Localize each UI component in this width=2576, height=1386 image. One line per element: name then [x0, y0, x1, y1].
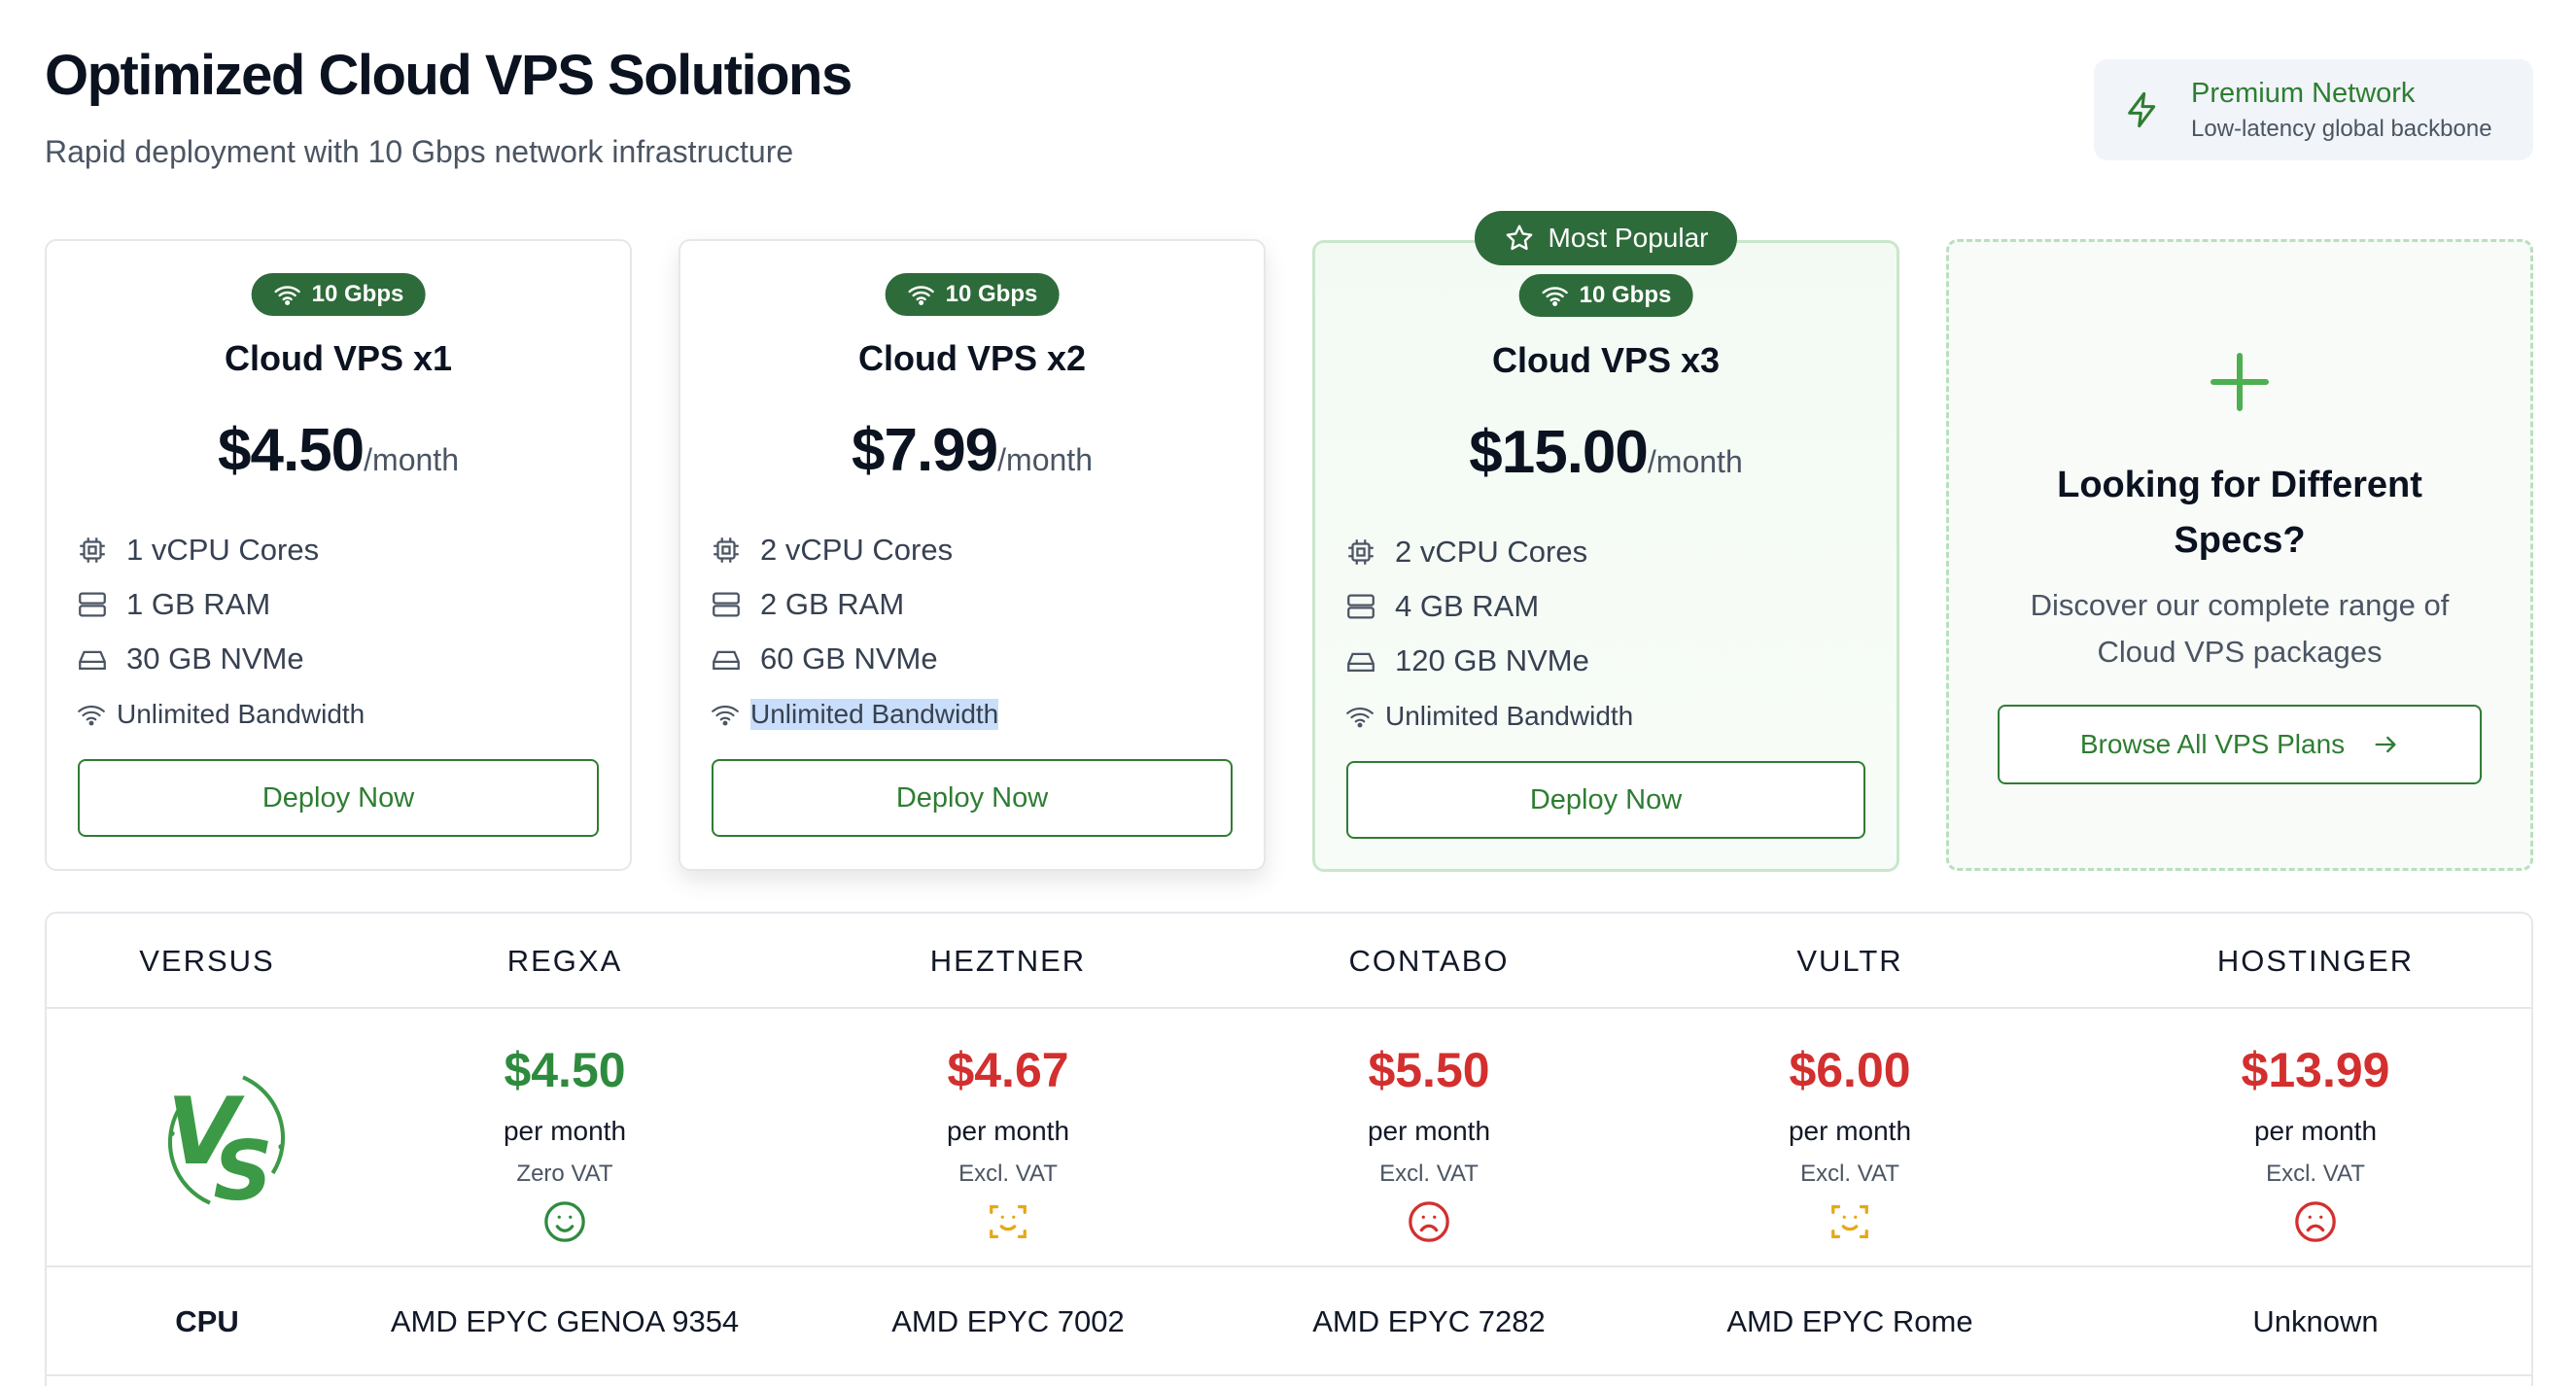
custom-title: Looking for Different Specs? [2057, 465, 2422, 561]
price-cell-contabo: $5.50 per month Excl. VAT [1254, 1009, 1604, 1267]
wifi-icon [1542, 287, 1568, 307]
svg-text:S: S [213, 1124, 272, 1220]
plan-specs: 2 vCPU Cores 2 GB RAM 60 GB NVMe Unlimit… [710, 523, 999, 743]
spec-bandwidth: Unlimited Bandwidth [1344, 688, 1633, 745]
header-heztner: HEZTNER [929, 944, 1087, 978]
spec-ram: 1 GB RAM [76, 577, 365, 632]
selected-text: Unlimited Bandwidth [750, 699, 999, 730]
header-versus: VERSUS [139, 944, 275, 978]
wifi-icon [712, 705, 739, 726]
comparison-price-row: V S $4.50 per month Zero VAT $4.67 per m… [47, 1009, 2531, 1267]
plan-name: Cloud VPS x3 [1491, 340, 1721, 380]
cpu-label: CPU [175, 1304, 239, 1338]
comparison-cpu-row: CPU AMD EPYC GENOA 9354 AMD EPYC 7002 AM… [47, 1267, 2531, 1376]
network-title: Premium Network [2191, 77, 2416, 109]
spec-disk: 30 GB NVMe [76, 632, 365, 686]
most-popular-badge: Most Popular [1475, 211, 1737, 265]
plan-card-x1: 10 Gbps Cloud VPS x1 $4.50/month 1 vCPU … [45, 239, 632, 871]
cpu-icon [714, 537, 739, 563]
price-cell-vultr: $6.00 per month Excl. VAT [1604, 1009, 2096, 1267]
hard-drive-icon [1347, 652, 1375, 673]
server-icon [79, 592, 106, 617]
premium-network-box: Premium Network Low-latency global backb… [2094, 59, 2533, 160]
arrow-right-icon [2375, 736, 2396, 753]
spec-ram: 4 GB RAM [1344, 579, 1633, 634]
spec-cpu: 1 vCPU Cores [76, 523, 365, 577]
frown-icon [1409, 1201, 1449, 1242]
smile-icon [544, 1201, 585, 1242]
plan-price: $15.00/month [1469, 419, 1743, 486]
plan-name: Cloud VPS x2 [857, 338, 1087, 378]
speed-badge: 10 Gbps [251, 273, 426, 316]
price-cell-hostinger: $13.99 per month Excl. VAT [2096, 1009, 2531, 1267]
plan-price: $7.99/month [852, 417, 1093, 484]
header-hostinger: HOSTINGER [2216, 944, 2415, 978]
speed-badge: 10 Gbps [1518, 274, 1693, 317]
spec-bandwidth: Unlimited Bandwidth [76, 686, 365, 743]
plan-card-x2: 10 Gbps Cloud VPS x2 $7.99/month 2 vCPU … [679, 239, 1266, 871]
network-subtitle: Low-latency global backbone [2191, 115, 2492, 142]
wifi-icon [908, 286, 934, 306]
most-popular-label: Most Popular [1548, 223, 1709, 253]
cpu-contabo: AMD EPYC 7282 [1312, 1304, 1546, 1338]
page-title: Optimized Cloud VPS Solutions [45, 44, 853, 107]
spec-disk: 120 GB NVMe [1344, 634, 1633, 688]
neutral-face-icon [1831, 1205, 1868, 1238]
spec-cpu: 2 vCPU Cores [1344, 525, 1633, 579]
header-vultr: VULTR [1796, 944, 1903, 978]
comparison-table: VERSUS REGXA HEZTNER CONTABO VULTR HOSTI… [45, 912, 2533, 1386]
custom-specs-card: Looking for Different Specs? Discover ou… [1946, 239, 2533, 871]
deploy-now-button[interactable]: Deploy Now [1346, 761, 1865, 839]
deploy-now-button[interactable]: Deploy Now [712, 759, 1233, 837]
neutral-face-icon [990, 1205, 1027, 1238]
hard-drive-icon [79, 650, 106, 671]
spec-bandwidth: Unlimited Bandwidth [710, 686, 999, 743]
server-icon [1347, 594, 1375, 619]
spec-cpu: 2 vCPU Cores [710, 523, 998, 577]
server-icon [713, 592, 740, 617]
price-cell-regxa: $4.50 per month Zero VAT [367, 1009, 762, 1267]
header-regxa: REGXA [506, 944, 623, 978]
header-contabo: CONTABO [1348, 944, 1510, 978]
page-subtitle: Rapid deployment with 10 Gbps network in… [45, 134, 794, 169]
wifi-icon [274, 286, 300, 306]
lightning-icon [2128, 91, 2156, 128]
wifi-icon [1346, 707, 1374, 728]
speed-badge: 10 Gbps [885, 273, 1060, 316]
versus-logo: V S [167, 1075, 286, 1220]
plus-icon [2210, 353, 2269, 411]
spec-disk: 60 GB NVMe [710, 632, 998, 686]
price-cell-heztner: $4.67 per month Excl. VAT [762, 1009, 1254, 1267]
plan-price: $4.50/month [218, 417, 459, 484]
cpu-icon [80, 537, 105, 563]
cpu-heztner: AMD EPYC 7002 [891, 1304, 1125, 1338]
wifi-icon [78, 705, 105, 726]
comparison-header-row: VERSUS REGXA HEZTNER CONTABO VULTR HOSTI… [47, 914, 2531, 1009]
browse-all-plans-button[interactable]: Browse All VPS Plans [1998, 705, 2482, 784]
custom-description: Discover our complete range of Cloud VPS… [2030, 588, 2450, 669]
star-icon [1506, 225, 1532, 251]
hard-drive-icon [713, 650, 740, 671]
page: Optimized Cloud VPS Solutions Rapid depl… [0, 0, 2576, 1386]
frown-icon [2295, 1201, 2336, 1242]
plan-card-x3: 10 Gbps Cloud VPS x3 $15.00/month 2 vCPU… [1312, 240, 1899, 872]
plan-specs: 2 vCPU Cores 4 GB RAM 120 GB NVMe Unlimi… [1344, 525, 1633, 745]
spec-ram: 2 GB RAM [710, 577, 998, 632]
cpu-vultr: AMD EPYC Rome [1726, 1304, 1973, 1338]
deploy-now-button[interactable]: Deploy Now [78, 759, 599, 837]
plan-name: Cloud VPS x1 [224, 338, 453, 378]
cpu-icon [1348, 539, 1374, 565]
cpu-hostinger: Unknown [2252, 1304, 2379, 1338]
cpu-regxa: AMD EPYC GENOA 9354 [390, 1304, 740, 1338]
plan-specs: 1 vCPU Cores 1 GB RAM 30 GB NVMe Unlimit… [76, 523, 365, 743]
